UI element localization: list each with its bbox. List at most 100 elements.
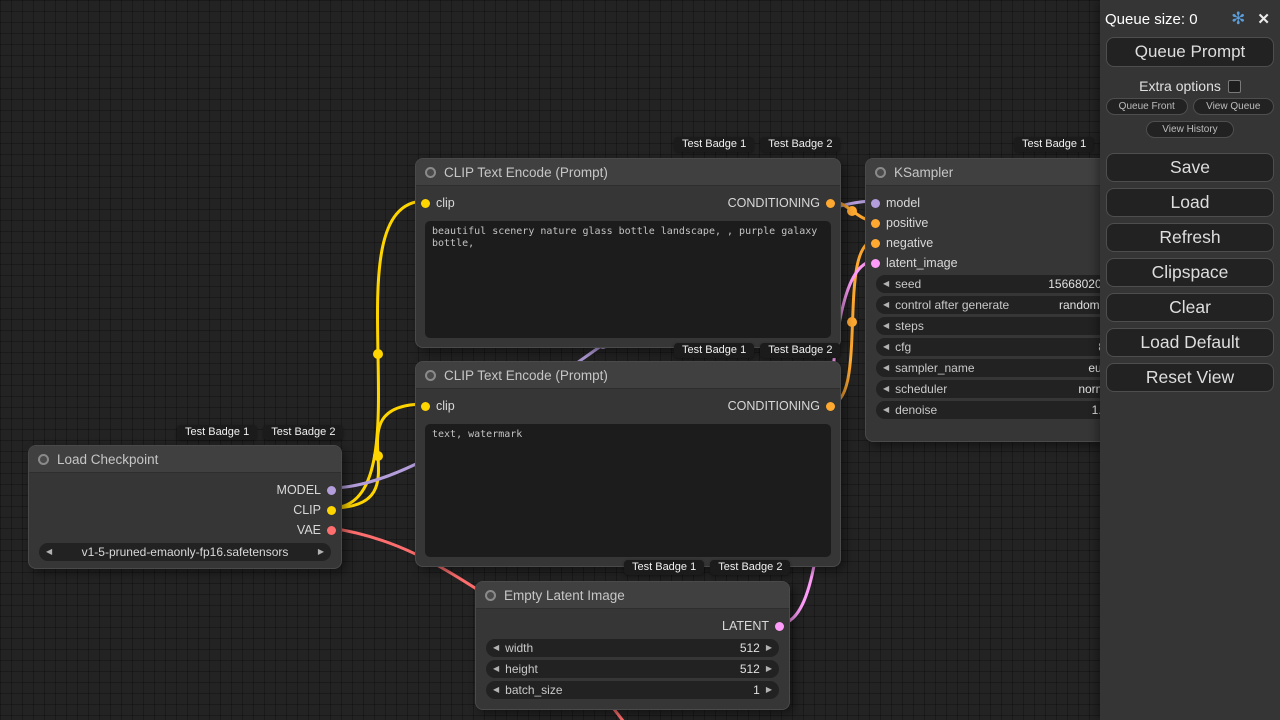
input-dot-clip[interactable]: [421, 402, 430, 411]
input-dot-positive[interactable]: [871, 219, 880, 228]
view-queue-button[interactable]: View Queue: [1193, 98, 1275, 115]
seed-label: seed: [895, 277, 921, 291]
collapse-dot[interactable]: [425, 370, 436, 381]
slot-row: VAE: [29, 520, 341, 540]
prev-arrow-icon[interactable]: ◀: [883, 385, 889, 393]
collapse-dot[interactable]: [38, 454, 49, 465]
prompt-textarea[interactable]: text, watermark: [425, 424, 831, 557]
node-title-bar[interactable]: Load Checkpoint: [29, 446, 341, 473]
badges-empty-latent: Test Badge 1 Test Badge 2: [624, 560, 790, 575]
slot-row: MODEL: [29, 480, 341, 500]
clear-button[interactable]: Clear: [1106, 293, 1274, 322]
input-label-latent-image: latent_image: [886, 256, 958, 270]
reset-view-button[interactable]: Reset View: [1106, 363, 1274, 392]
output-dot-latent[interactable]: [775, 622, 784, 631]
collapse-dot[interactable]: [875, 167, 886, 178]
settings-gear-icon[interactable]: ✻: [1231, 9, 1245, 29]
close-icon[interactable]: ✕: [1257, 10, 1270, 28]
output-label-conditioning: CONDITIONING: [728, 196, 820, 210]
output-dot-conditioning[interactable]: [826, 402, 835, 411]
link-dot-clip-positive: [373, 349, 383, 359]
slot-list: clip CONDITIONING: [416, 389, 840, 416]
prompt-textarea[interactable]: beautiful scenery nature glass bottle la…: [425, 221, 831, 338]
input-label-negative: negative: [886, 236, 933, 250]
output-dot-vae[interactable]: [327, 526, 336, 535]
batch-size-widget[interactable]: ◀ batch_size 1 ▶: [486, 681, 779, 699]
node-title-bar[interactable]: Empty Latent Image: [476, 582, 789, 609]
scheduler-label: scheduler: [895, 382, 947, 396]
node-title-bar[interactable]: CLIP Text Encode (Prompt): [416, 159, 840, 186]
prev-arrow-icon[interactable]: ◀: [493, 644, 499, 652]
sampler-name-label: sampler_name: [895, 361, 974, 375]
collapse-dot[interactable]: [485, 590, 496, 601]
clipspace-button[interactable]: Clipspace: [1106, 258, 1274, 287]
badges-clip-encode-positive: Test Badge 1 Test Badge 2: [674, 137, 840, 152]
prev-arrow-icon[interactable]: ◀: [493, 665, 499, 673]
ckpt-name-value: v1-5-pruned-emaonly-fp16.safetensors: [58, 545, 312, 559]
queue-prompt-button[interactable]: Queue Prompt: [1106, 37, 1274, 67]
node-graph-canvas[interactable]: Load Checkpoint MODEL CLIP VAE ◀ v1-5-pr…: [0, 0, 1280, 720]
input-label-clip: clip: [436, 196, 455, 210]
node-title: Load Checkpoint: [57, 452, 158, 467]
collapse-dot[interactable]: [425, 167, 436, 178]
panel-header: Queue size: 0 ✻ ✕: [1100, 0, 1280, 29]
slot-row: clip CONDITIONING: [416, 193, 840, 213]
slot-row: clip CONDITIONING: [416, 396, 840, 416]
width-widget[interactable]: ◀ width 512 ▶: [486, 639, 779, 657]
output-label-vae: VAE: [297, 523, 321, 537]
denoise-label: denoise: [895, 403, 937, 417]
node-empty-latent-image[interactable]: Empty Latent Image LATENT ◀ width 512 ▶ …: [475, 581, 790, 710]
steps-label: steps: [895, 319, 924, 333]
output-dot-clip[interactable]: [327, 506, 336, 515]
prev-arrow-icon[interactable]: ◀: [493, 686, 499, 694]
node-clip-text-encode-negative[interactable]: CLIP Text Encode (Prompt) clip CONDITION…: [415, 361, 841, 567]
prev-arrow-icon[interactable]: ◀: [883, 406, 889, 414]
queue-size-label: Queue size: 0: [1105, 11, 1198, 28]
height-value: 512: [740, 662, 760, 676]
node-load-checkpoint[interactable]: Load Checkpoint MODEL CLIP VAE ◀ v1-5-pr…: [28, 445, 342, 569]
node-title: KSampler: [894, 165, 953, 180]
input-label-model: model: [886, 196, 920, 210]
load-button[interactable]: Load: [1106, 188, 1274, 217]
slot-list: clip CONDITIONING: [416, 186, 840, 213]
input-dot-latent-image[interactable]: [871, 259, 880, 268]
output-label-latent: LATENT: [722, 619, 769, 633]
view-history-button[interactable]: View History: [1146, 121, 1234, 138]
output-dot-conditioning[interactable]: [826, 199, 835, 208]
height-widget[interactable]: ◀ height 512 ▶: [486, 660, 779, 678]
next-arrow-icon[interactable]: ▶: [766, 686, 772, 694]
next-arrow-icon[interactable]: ▶: [318, 548, 324, 556]
next-arrow-icon[interactable]: ▶: [766, 644, 772, 652]
extra-options-row: Extra options: [1100, 78, 1280, 94]
prev-arrow-icon[interactable]: ◀: [883, 322, 889, 330]
extra-options-checkbox[interactable]: [1228, 80, 1241, 93]
prev-arrow-icon[interactable]: ◀: [883, 280, 889, 288]
node-title-bar[interactable]: CLIP Text Encode (Prompt): [416, 362, 840, 389]
view-history-row: View History: [1100, 121, 1280, 138]
queue-buttons-row: Queue Front View Queue: [1106, 98, 1274, 115]
output-dot-model[interactable]: [327, 486, 336, 495]
test-badge: Test Badge 1: [674, 343, 754, 358]
width-value: 512: [740, 641, 760, 655]
output-label-clip: CLIP: [293, 503, 321, 517]
badges-load-checkpoint: Test Badge 1 Test Badge 2: [177, 425, 343, 440]
prev-arrow-icon[interactable]: ◀: [883, 364, 889, 372]
load-default-button[interactable]: Load Default: [1106, 328, 1274, 357]
prev-arrow-icon[interactable]: ◀: [883, 301, 889, 309]
test-badge: Test Badge 2: [760, 137, 840, 152]
slot-list: LATENT: [476, 609, 789, 636]
next-arrow-icon[interactable]: ▶: [766, 665, 772, 673]
ckpt-name-widget[interactable]: ◀ v1-5-pruned-emaonly-fp16.safetensors ▶: [39, 543, 331, 561]
node-clip-text-encode-positive[interactable]: CLIP Text Encode (Prompt) clip CONDITION…: [415, 158, 841, 348]
batch-size-label: batch_size: [505, 683, 562, 697]
save-button[interactable]: Save: [1106, 153, 1274, 182]
prev-arrow-icon[interactable]: ◀: [883, 343, 889, 351]
test-badge: Test Badge 2: [760, 343, 840, 358]
input-dot-clip[interactable]: [421, 199, 430, 208]
prev-arrow-icon[interactable]: ◀: [46, 548, 52, 556]
input-dot-negative[interactable]: [871, 239, 880, 248]
queue-front-button[interactable]: Queue Front: [1106, 98, 1188, 115]
input-dot-model[interactable]: [871, 199, 880, 208]
refresh-button[interactable]: Refresh: [1106, 223, 1274, 252]
slot-list: MODEL CLIP VAE: [29, 473, 341, 540]
